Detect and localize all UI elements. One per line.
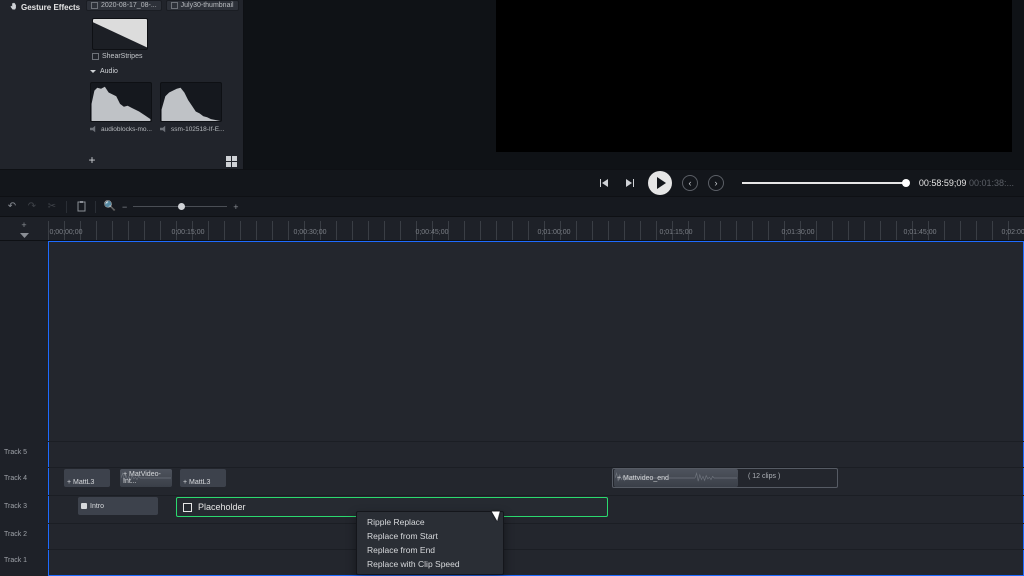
audio-thumb-2[interactable] (160, 82, 222, 122)
timeline-ruler[interactable]: + 0;00;00;00 0;00:15;00 0;00:30;00 0;00:… (0, 217, 1024, 241)
playback-scrubber[interactable] (742, 182, 905, 184)
context-menu[interactable]: Ripple Replace Replace from Start Replac… (356, 511, 504, 575)
ctx-replace-from-start[interactable]: Replace from Start (357, 529, 503, 543)
track-1[interactable] (48, 549, 1024, 573)
clip-mattL3-b[interactable]: + MattL3 (180, 469, 226, 487)
playback-bar: ‹ › 00:58:59;09 00:01:38:... (0, 169, 1024, 197)
track-4[interactable]: + MattL3 + MatVideo-Int... + MattL3 + Ma… (48, 467, 1024, 491)
next-marker-button[interactable]: › (708, 175, 724, 191)
grid-view-icon[interactable] (226, 156, 237, 167)
group-count: ( 12 clips ) (748, 473, 780, 480)
media-tab-gesture-effects[interactable]: Gesture Effects (4, 0, 84, 14)
media-left-strip (0, 14, 14, 169)
clip-matvideo-intro[interactable]: + MatVideo-Int... (120, 469, 172, 487)
clip-icon (81, 503, 87, 509)
ctx-replace-from-end[interactable]: Replace from End (357, 543, 503, 557)
track-headers: Track 5 Track 4 Track 3 Track 2 Track 1 (0, 241, 48, 576)
waveform-icon (161, 83, 221, 121)
speaker-icon (160, 125, 168, 133)
preview-viewport[interactable] (496, 0, 1012, 152)
track-label-4[interactable]: Track 4 (4, 475, 27, 482)
audio-thumb-1[interactable] (90, 82, 152, 122)
step-back-button[interactable] (596, 175, 612, 191)
zoom-plus[interactable]: + (233, 202, 238, 212)
ctx-replace-clip-speed[interactable]: Replace with Clip Speed (357, 557, 503, 571)
chevron-down-icon[interactable] (20, 233, 29, 238)
file-tab-2[interactable]: July30-thumbnail (166, 0, 239, 11)
image-icon (91, 2, 98, 9)
track-2[interactable] (48, 523, 1024, 547)
clip-mattL3-a[interactable]: + MattL3 (64, 469, 110, 487)
track-3[interactable]: Intro Placeholder (48, 495, 1024, 521)
speaker-icon (90, 125, 98, 133)
prev-marker-button[interactable]: ‹ (682, 175, 698, 191)
ruler-labels: 0;00;00;00 0;00:15;00 0;00:30;00 0;00:45… (48, 229, 1024, 239)
play-button[interactable] (648, 171, 672, 195)
undo-icon[interactable]: ↶ (6, 201, 18, 213)
zoom-minus[interactable]: − (122, 202, 127, 212)
image-icon (171, 2, 178, 9)
track-label-5[interactable]: Track 5 (4, 449, 27, 456)
timeline-toolbar: ↶ ↷ ✂ 🔍 − + (0, 197, 1024, 217)
add-media-button[interactable]: + (86, 155, 98, 167)
cut-icon[interactable]: ✂ (46, 201, 58, 213)
audio-caption-2: ssm-102518-If-E... (160, 125, 224, 133)
scrubber-handle[interactable] (902, 179, 910, 187)
redo-icon[interactable]: ↷ (26, 201, 38, 213)
clip-mattvideo-end[interactable]: + Mattvideo_end (614, 469, 738, 487)
track-label-1[interactable]: Track 1 (4, 557, 27, 564)
ctx-ripple-replace[interactable]: Ripple Replace (357, 515, 503, 529)
audio-caption-1: audioblocks-mo... (90, 125, 152, 133)
track-label-2[interactable]: Track 2 (4, 531, 27, 538)
section-audio[interactable]: Audio (90, 68, 118, 75)
media-tab-label: Gesture Effects (21, 3, 80, 12)
step-forward-button[interactable] (622, 175, 638, 191)
zoom-icon[interactable]: 🔍 (104, 201, 116, 213)
timeline[interactable]: Track 5 Track 4 Track 3 Track 2 Track 1 … (0, 241, 1024, 576)
track-5[interactable] (48, 441, 1024, 465)
zoom-knob[interactable] (178, 203, 185, 210)
track-label-3[interactable]: Track 3 (4, 503, 27, 510)
hand-icon (8, 2, 18, 12)
placeholder-icon (183, 503, 192, 512)
add-track-button[interactable]: + (21, 220, 26, 230)
image-icon (92, 53, 99, 60)
media-file-tabs: 2020-08-17_08-... July30-thumbnail (86, 0, 239, 11)
clip-intro[interactable]: Intro (78, 497, 158, 515)
paste-icon[interactable] (75, 201, 87, 213)
thumbnail-shearstripes[interactable] (92, 18, 148, 50)
waveform-icon (91, 83, 151, 121)
media-bin-panel[interactable]: Gesture Effects 2020-08-17_08-... July30… (0, 0, 244, 169)
thumbnail-caption: ShearStripes (92, 53, 142, 60)
zoom-slider[interactable] (133, 206, 227, 207)
file-tab-1[interactable]: 2020-08-17_08-... (86, 0, 162, 11)
preview-area (244, 0, 1024, 169)
timecode-display: 00:58:59;09 00:01:38:... (919, 178, 1014, 188)
